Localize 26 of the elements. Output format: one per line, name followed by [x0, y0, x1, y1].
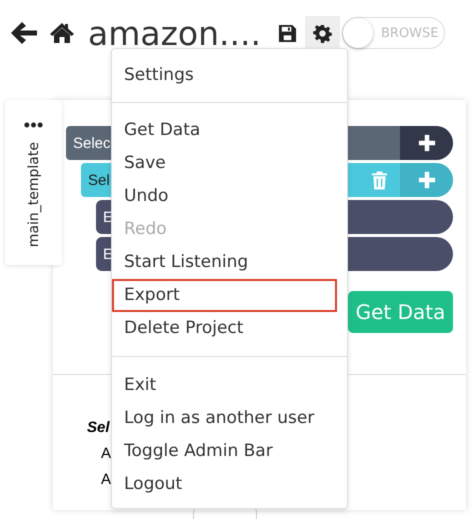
- save-icon[interactable]: [278, 24, 297, 42]
- menu-item[interactable]: Save: [112, 147, 347, 180]
- selector-label: Sel: [87, 172, 110, 188]
- section-heading: Sel: [87, 419, 110, 436]
- menu-item[interactable]: Delete Project: [112, 312, 347, 345]
- menu-item[interactable]: Log in as another user: [112, 402, 347, 435]
- ellipsis-icon[interactable]: [24, 122, 43, 128]
- attribute-text: A: [101, 445, 112, 462]
- settings-icon[interactable]: [313, 24, 332, 42]
- selector-label: Selec: [72, 134, 111, 152]
- menu-item[interactable]: Export: [112, 279, 337, 312]
- menu-item[interactable]: Settings: [112, 59, 347, 92]
- page-title: amazon....: [88, 14, 262, 52]
- home-icon[interactable]: [49, 22, 75, 44]
- menu-item[interactable]: Get Data: [112, 114, 347, 147]
- back-arrow-icon[interactable]: [10, 21, 38, 45]
- menu-item[interactable]: Logout: [112, 468, 347, 501]
- tab-label: main_template: [26, 142, 42, 248]
- menu-item[interactable]: Undo: [112, 180, 347, 213]
- attribute-text: A: [101, 471, 112, 488]
- menu-item[interactable]: Exit: [112, 369, 347, 402]
- settings-button[interactable]: [305, 16, 340, 50]
- plus-icon[interactable]: [418, 134, 436, 152]
- menu-item[interactable]: Toggle Admin Bar: [112, 435, 347, 468]
- side-tab[interactable]: main_template: [5, 100, 62, 265]
- menu-item[interactable]: Start Listening: [112, 246, 347, 279]
